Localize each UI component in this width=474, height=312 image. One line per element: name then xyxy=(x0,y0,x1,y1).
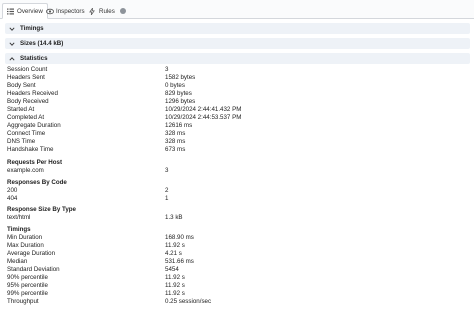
stat-label: Standard Deviation xyxy=(7,266,60,273)
stat-label: 200 xyxy=(7,187,18,194)
tab-label: Rules xyxy=(99,7,115,15)
stat-row: Body Sent 0 bytes xyxy=(7,82,467,90)
stat-row: Started At 10/29/2024 2:44:41.432 PM xyxy=(7,106,467,114)
stat-row: Median 531.66 ms xyxy=(7,258,467,266)
stat-row: Min Duration 168.90 ms xyxy=(7,234,467,242)
stat-label: Session Count xyxy=(7,66,48,73)
stat-label: example.com xyxy=(7,167,44,174)
stat-value: 0.25 session/sec xyxy=(165,298,212,305)
stat-value: 5454 xyxy=(165,266,179,273)
chevron-down-icon xyxy=(9,26,15,32)
stat-value: 11.92 s xyxy=(165,274,185,281)
stat-row: Max Duration 11.92 s xyxy=(7,242,467,250)
stat-row: Standard Deviation 5454 xyxy=(7,266,467,274)
section-statistics-header[interactable]: Statistics xyxy=(5,53,470,64)
stat-value: 2 xyxy=(165,187,169,194)
stat-value: 168.90 ms xyxy=(165,234,194,241)
requests-per-host-heading: Requests Per Host xyxy=(7,159,63,166)
stat-row: Aggregate Duration 12616 ms xyxy=(7,122,467,130)
stat-label: Handshake Time xyxy=(7,146,54,153)
stat-row: Headers Received 829 bytes xyxy=(7,90,467,98)
tab-bar: Overview Inspectors Rules xyxy=(0,0,474,19)
stat-label: Started At xyxy=(7,106,35,113)
stat-row: 95% percentile 11.92 s xyxy=(7,282,467,290)
stat-value: 11.92 s xyxy=(165,242,185,249)
stat-label: 90% percentile xyxy=(7,274,48,281)
stat-label: DNS Time xyxy=(7,138,36,145)
stat-label: Headers Received xyxy=(7,90,58,97)
stat-label: Median xyxy=(7,258,28,265)
stat-label: Headers Sent xyxy=(7,74,45,81)
status-badge xyxy=(119,8,126,14)
list-icon xyxy=(7,8,14,15)
stat-value: 1 xyxy=(165,195,169,202)
tab-label: Inspectors xyxy=(56,7,85,15)
stat-label: Body Sent xyxy=(7,82,36,89)
responses-by-code-heading: Responses By Code xyxy=(7,179,67,186)
stat-row: Connect Time 328 ms xyxy=(7,130,467,138)
stat-value: 3 xyxy=(165,167,169,174)
stat-row: DNS Time 328 ms xyxy=(7,138,467,146)
stat-value: 1.3 kB xyxy=(165,214,183,221)
stat-label: Average Duration xyxy=(7,250,56,257)
stat-value: 3 xyxy=(165,66,169,73)
section-sizes-header[interactable]: Sizes (14.4 kB) xyxy=(5,38,470,49)
timings-heading: Timings xyxy=(7,226,31,233)
stat-value: 10/29/2024 2:44:53.537 PM xyxy=(165,114,242,121)
chevron-up-icon xyxy=(9,56,15,62)
stat-label: Aggregate Duration xyxy=(7,122,61,129)
stat-value: 673 ms xyxy=(165,146,186,153)
stat-row: 90% percentile 11.92 s xyxy=(7,274,467,282)
stat-row: Completed At 10/29/2024 2:44:53.537 PM xyxy=(7,114,467,122)
stat-value: 12616 ms xyxy=(165,122,193,129)
stat-row: Headers Sent 1582 bytes xyxy=(7,74,467,82)
tab-overview[interactable]: Overview xyxy=(2,3,48,19)
stat-label: Max Duration xyxy=(7,242,44,249)
stat-row: 200 2 xyxy=(7,187,467,195)
bolt-icon xyxy=(89,7,96,15)
tab-inspectors[interactable]: Inspectors xyxy=(42,3,89,19)
stat-value: 531.66 ms xyxy=(165,258,194,265)
stat-label: Completed At xyxy=(7,114,45,121)
stat-value: 328 ms xyxy=(165,138,186,145)
stat-label: 404 xyxy=(7,195,18,202)
response-size-by-type-heading: Response Size By Type xyxy=(7,206,77,213)
stat-label: 95% percentile xyxy=(7,282,48,289)
stat-label: Throughput xyxy=(7,298,39,305)
tab-label: Overview xyxy=(17,7,43,15)
section-title: Statistics xyxy=(20,55,48,62)
stat-row: Session Count 3 xyxy=(7,66,467,74)
stat-value: 1582 bytes xyxy=(165,74,196,81)
eye-icon xyxy=(46,8,54,15)
stat-label: Min Duration xyxy=(7,234,43,241)
stat-value: 328 ms xyxy=(165,130,186,137)
stat-value: 1296 bytes xyxy=(165,98,196,105)
stat-value: 10/29/2024 2:44:41.432 PM xyxy=(165,106,242,113)
section-timings-header[interactable]: Timings xyxy=(5,23,470,34)
stat-row: Throughput 0.25 session/sec xyxy=(7,298,467,306)
section-title: Timings xyxy=(20,25,44,32)
stat-label: Body Received xyxy=(7,98,49,105)
stat-row: example.com 3 xyxy=(7,167,467,175)
stat-row: 99% percentile 11.92 s xyxy=(7,290,467,298)
stat-value: 829 bytes xyxy=(165,90,192,97)
stat-value: 4.21 s xyxy=(165,250,182,257)
stat-value: 11.92 s xyxy=(165,282,185,289)
stat-row: Average Duration 4.21 s xyxy=(7,250,467,258)
stat-value: 0 bytes xyxy=(165,82,185,89)
chevron-down-icon xyxy=(9,41,15,47)
stat-row: Handshake Time 673 ms xyxy=(7,146,467,154)
stat-row: text/html 1.3 kB xyxy=(7,214,467,222)
stat-value: 11.92 s xyxy=(165,290,185,297)
stat-label: 99% percentile xyxy=(7,290,48,297)
stat-row: Body Received 1296 bytes xyxy=(7,98,467,106)
stat-row: 404 1 xyxy=(7,195,467,203)
tab-rules[interactable]: Rules xyxy=(85,3,130,19)
stat-label: text/html xyxy=(7,214,31,221)
stat-label: Connect Time xyxy=(7,130,46,137)
section-title: Sizes (14.4 kB) xyxy=(20,40,64,47)
